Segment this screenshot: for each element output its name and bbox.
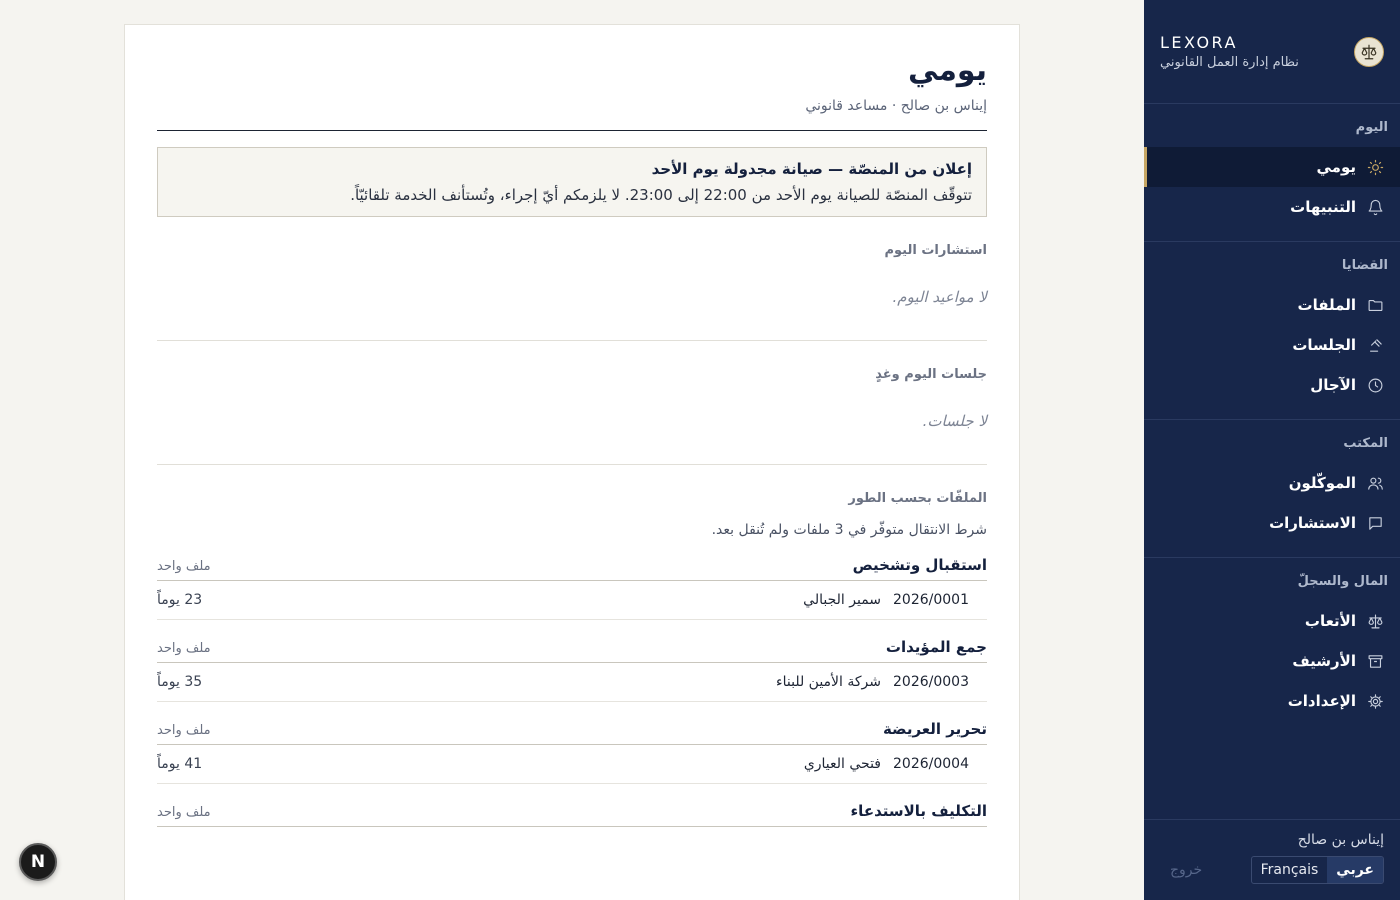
stage-count: ملف واحد bbox=[157, 723, 211, 738]
announcement-body: تتوقّف المنصّة للصيانة يوم الأحد من 22:0… bbox=[350, 186, 972, 204]
folder-icon bbox=[1366, 296, 1384, 314]
stage-group: جمع المؤيدات ملف واحد 2026/0003 شركة الأ… bbox=[157, 638, 987, 702]
sidebar-item-label: الاستشارات bbox=[1269, 514, 1356, 532]
bell-icon bbox=[1366, 198, 1384, 216]
section-title: الملفّات بحسب الطور bbox=[848, 491, 987, 506]
lang-french-button[interactable]: Français bbox=[1252, 857, 1328, 883]
sidebar-item-label: التنبيهات bbox=[1290, 198, 1356, 216]
dev-tools-badge[interactable]: N bbox=[19, 843, 57, 881]
sun-icon bbox=[1366, 158, 1384, 176]
stage-group: تحرير العريضة ملف واحد 2026/0004 فتحي ال… bbox=[157, 720, 987, 784]
sidebar-item-label: الجلسات bbox=[1292, 336, 1356, 354]
file-days: 35 يوماً bbox=[157, 674, 203, 690]
stage-group: التكليف بالاستدعاء ملف واحد bbox=[157, 802, 987, 827]
brand-subtitle: نظام إدارة العمل القانوني bbox=[1160, 55, 1299, 70]
announcement-title: إعلان من المنصّة — صيانة مجدولة يوم الأح… bbox=[651, 160, 972, 178]
sidebar-item-consultations[interactable]: الاستشارات bbox=[1144, 503, 1400, 543]
scales-logo-icon bbox=[1354, 36, 1384, 67]
sidebar-item-label: الأرشيف bbox=[1292, 652, 1356, 670]
file-reference: 2026/0001 bbox=[893, 592, 969, 608]
language-switch: عربي Français bbox=[1250, 856, 1384, 884]
stage-count: ملف واحد bbox=[157, 559, 211, 574]
page-subtitle: إيناس بن صالح · مساعد قانوني bbox=[805, 98, 987, 114]
file-client: شركة الأمين للبناء bbox=[776, 674, 882, 690]
empty-state: لا مواعيد اليوم. bbox=[892, 288, 987, 306]
file-reference: 2026/0004 bbox=[893, 756, 969, 772]
consultations-section: استشارات اليوم لا مواعيد اليوم. bbox=[157, 217, 987, 341]
file-days: 41 يوماً bbox=[157, 756, 203, 772]
stage-name: التكليف بالاستدعاء bbox=[850, 802, 987, 820]
file-days: 23 يوماً bbox=[157, 592, 203, 608]
page-title: يومي bbox=[908, 53, 987, 88]
section-description: شرط الانتقال متوفّر في 3 ملفات ولم تُنقل… bbox=[711, 522, 987, 538]
file-row[interactable]: 2026/0004 فتحي العياري 41 يوماً bbox=[157, 745, 987, 784]
archive-icon bbox=[1366, 652, 1384, 670]
stage-name: تحرير العريضة bbox=[882, 720, 987, 738]
logout-link[interactable]: خروج bbox=[1170, 862, 1202, 878]
stage-group: استقبال وتشخيص ملف واحد 2026/0001 سمير ا… bbox=[157, 556, 987, 620]
nav-group-title: اليوم bbox=[1355, 120, 1388, 135]
nav-group-title: المكتب bbox=[1343, 436, 1388, 451]
nav-group-office: المكتب الموكّلون الاستشارات bbox=[1144, 420, 1400, 558]
file-row[interactable]: 2026/0001 سمير الجبالي 23 يوماً bbox=[157, 581, 987, 620]
sidebar-item-label: يومي bbox=[1316, 158, 1357, 176]
scales-icon bbox=[1366, 612, 1384, 630]
sidebar-item-label: الموكّلون bbox=[1288, 474, 1356, 492]
sidebar-footer: إيناس بن صالح عربي Français خروج bbox=[1144, 819, 1400, 900]
sidebar-item-hearings[interactable]: الجلسات bbox=[1144, 325, 1400, 365]
sidebar-item-settings[interactable]: الإعدادات bbox=[1144, 681, 1400, 721]
current-user-name: إيناس بن صالح bbox=[1297, 832, 1384, 848]
stage-name: جمع المؤيدات bbox=[885, 638, 987, 656]
file-client: سمير الجبالي bbox=[803, 592, 882, 608]
sidebar-item-deadlines[interactable]: الآجال bbox=[1144, 365, 1400, 405]
stage-name: استقبال وتشخيص bbox=[852, 556, 987, 574]
hearings-section: جلسات اليوم وغدٍ لا جلسات. bbox=[157, 341, 987, 465]
gear-icon bbox=[1366, 692, 1384, 710]
title-divider bbox=[157, 130, 987, 131]
sidebar-item-fees[interactable]: الأتعاب bbox=[1144, 601, 1400, 641]
sidebar-item-archive[interactable]: الأرشيف bbox=[1144, 641, 1400, 681]
chat-icon bbox=[1366, 514, 1384, 532]
nav-group-today: اليوم يومي التنبيهات bbox=[1144, 104, 1400, 242]
stage-count: ملف واحد bbox=[157, 641, 211, 656]
section-title: استشارات اليوم bbox=[884, 243, 987, 258]
brand-name: LEXORA bbox=[1160, 33, 1238, 52]
sidebar: LEXORA نظام إدارة العمل القانوني اليوم ي… bbox=[1144, 0, 1400, 900]
nav-group-cases: القضايا الملفات الجلسات الآجال bbox=[1144, 242, 1400, 420]
announcement-banner: إعلان من المنصّة — صيانة مجدولة يوم الأح… bbox=[157, 147, 987, 217]
gavel-icon bbox=[1366, 336, 1384, 354]
sidebar-item-clients[interactable]: الموكّلون bbox=[1144, 463, 1400, 503]
file-client: فتحي العياري bbox=[803, 756, 882, 772]
section-title: جلسات اليوم وغدٍ bbox=[875, 367, 987, 382]
sidebar-item-label: الملفات bbox=[1297, 296, 1356, 314]
brand: LEXORA نظام إدارة العمل القانوني bbox=[1144, 0, 1400, 104]
nav-group-finance: المال والسجلّ الأتعاب الأرشيف الإعدادات bbox=[1144, 558, 1400, 819]
stages-section: الملفّات بحسب الطور شرط الانتقال متوفّر … bbox=[157, 465, 987, 827]
main-card: يومي إيناس بن صالح · مساعد قانوني إعلان … bbox=[124, 24, 1020, 900]
users-icon bbox=[1366, 474, 1384, 492]
sidebar-item-my-day[interactable]: يومي bbox=[1144, 147, 1400, 187]
stage-count: ملف واحد bbox=[157, 805, 211, 820]
sidebar-item-label: الآجال bbox=[1310, 376, 1356, 394]
nav-group-title: المال والسجلّ bbox=[1297, 574, 1388, 589]
nav-group-title: القضايا bbox=[1341, 258, 1388, 273]
lang-arabic-button[interactable]: عربي bbox=[1327, 857, 1383, 883]
file-reference: 2026/0003 bbox=[893, 674, 969, 690]
file-row[interactable]: 2026/0003 شركة الأمين للبناء 35 يوماً bbox=[157, 663, 987, 702]
sidebar-item-label: الأتعاب bbox=[1304, 612, 1356, 630]
empty-state: لا جلسات. bbox=[922, 412, 987, 430]
clock-icon bbox=[1366, 376, 1384, 394]
sidebar-item-label: الإعدادات bbox=[1287, 692, 1356, 710]
sidebar-item-alerts[interactable]: التنبيهات bbox=[1144, 187, 1400, 227]
sidebar-item-files[interactable]: الملفات bbox=[1144, 285, 1400, 325]
